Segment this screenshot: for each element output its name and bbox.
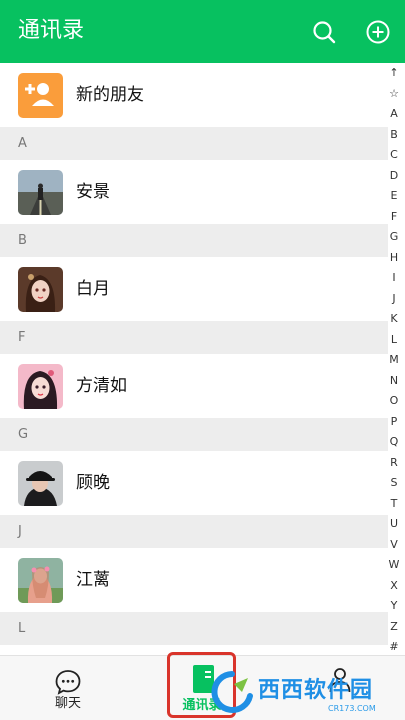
contact-name: 方清如 (76, 376, 127, 396)
index-letter[interactable]: L (386, 333, 402, 347)
add-circle-icon[interactable] (365, 19, 391, 45)
section-letter: L (18, 621, 26, 636)
index-letter[interactable]: F (386, 210, 402, 224)
index-letter[interactable]: X (386, 579, 402, 593)
page-title: 通讯录 (18, 18, 85, 43)
section-letter: F (18, 330, 26, 345)
index-letter[interactable]: B (386, 128, 402, 142)
index-letter[interactable]: Q (386, 435, 402, 449)
index-letter[interactable]: P (386, 415, 402, 429)
index-letter[interactable]: E (386, 189, 402, 203)
index-letter[interactable]: U (386, 517, 402, 531)
index-letter[interactable]: K (386, 312, 402, 326)
avatar (18, 364, 63, 409)
index-letter[interactable]: Y (386, 599, 402, 613)
index-letter[interactable]: M (386, 353, 402, 367)
new-friends-label: 新的朋友 (76, 85, 144, 105)
index-letter[interactable]: S (386, 476, 402, 490)
index-letter[interactable]: C (386, 148, 402, 162)
section-header-b: B (0, 224, 388, 257)
contact-list[interactable]: 新的朋友 A 安景 B 白月 F 方清如 G 顾晚 J 江蓠 L (0, 63, 405, 655)
index-letter[interactable]: N (386, 374, 402, 388)
avatar (18, 461, 63, 506)
index-letter[interactable]: J (386, 292, 402, 306)
search-icon[interactable] (311, 19, 337, 45)
index-letter[interactable]: G (386, 230, 402, 244)
index-letter[interactable]: ↑ (386, 66, 402, 80)
index-letter[interactable]: # (386, 640, 402, 654)
section-letter: B (18, 233, 27, 248)
section-header-a: A (0, 127, 388, 160)
index-letter[interactable]: I (386, 271, 402, 285)
index-letter[interactable]: O (386, 394, 402, 408)
contact-name: 江蓠 (76, 570, 110, 590)
contact-name: 顾晚 (76, 473, 110, 493)
index-letter[interactable]: W (386, 558, 402, 572)
section-header-f: F (0, 321, 388, 354)
contact-row[interactable]: 顾晚 (0, 451, 388, 515)
index-letter[interactable]: A (386, 107, 402, 121)
add-friend-icon (18, 73, 63, 118)
tab-chat-label: 聊天 (54, 696, 81, 711)
top-bar: 通讯录 (0, 0, 405, 63)
index-letter[interactable]: V (386, 538, 402, 552)
index-letter[interactable]: T (386, 497, 402, 511)
section-letter: J (18, 524, 22, 539)
contact-row[interactable]: 方清如 (0, 354, 388, 418)
index-letter[interactable]: ☆ (386, 87, 402, 101)
section-header-l: L (0, 612, 388, 645)
alphabet-index-bar[interactable]: ↑ ☆ A B C D E F G H I J K L M N O P Q R S T U V W X Y Z # (386, 66, 402, 654)
contact-row[interactable]: 安景 (0, 160, 388, 224)
watermark-logo (208, 670, 256, 714)
section-header-j: J (0, 515, 388, 548)
section-letter: G (18, 427, 29, 442)
index-letter[interactable]: R (386, 456, 402, 470)
index-letter[interactable]: D (386, 169, 402, 183)
contact-row[interactable]: 江蓠 (0, 548, 388, 612)
watermark-subtext: CR173.COM (328, 704, 376, 713)
index-letter[interactable]: H (386, 251, 402, 265)
watermark-text: 西西软件园 (258, 678, 374, 703)
watermark: 西西软件园 CR173.COM (198, 668, 388, 718)
section-header-g: G (0, 418, 388, 451)
new-friends-row[interactable]: 新的朋友 (0, 63, 388, 127)
contact-row[interactable]: 白月 (0, 257, 388, 321)
avatar (18, 558, 63, 603)
contact-name: 安景 (76, 182, 110, 202)
avatar (18, 170, 63, 215)
tab-chat[interactable]: 聊天 (43, 656, 93, 720)
index-letter[interactable]: Z (386, 620, 402, 634)
contact-name: 白月 (76, 279, 110, 299)
section-letter: A (18, 136, 27, 151)
chat-bubble-icon (54, 668, 82, 696)
avatar (18, 267, 63, 312)
